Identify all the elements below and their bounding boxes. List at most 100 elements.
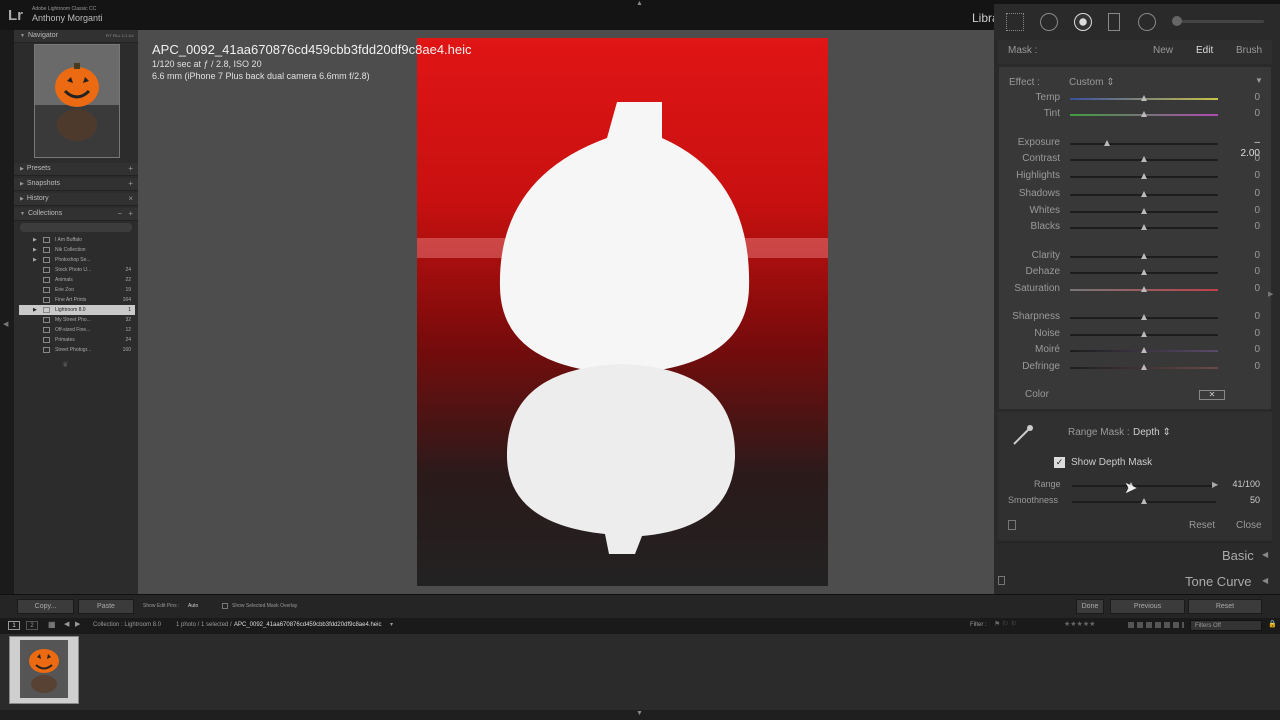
tone-curve-panel-header[interactable]: Tone Curve ◀ [998,570,1272,594]
slider-thumb[interactable] [1141,191,1147,197]
slider-thumb[interactable] [1141,331,1147,337]
collapse-left-arrow-icon[interactable]: ◀ [3,320,8,328]
range-mask-close-button[interactable]: Close [1236,520,1262,531]
collection-item[interactable]: ▶ I Am Buffalo [19,235,135,245]
slider-value[interactable]: 0 [1234,188,1260,199]
primary-window-button[interactable]: 1 [8,621,20,630]
panel-switch-icon[interactable] [998,576,1005,585]
zoom-1-1[interactable]: 1:1 [122,33,128,38]
collection-item[interactable]: Primates 24 [19,335,135,345]
eyedropper-icon[interactable] [1010,422,1036,448]
slider-thumb[interactable] [1141,314,1147,320]
star-rating-filter-icon[interactable]: ★★★★★ [1064,620,1095,628]
mask-panel-switch-icon[interactable] [1008,520,1016,530]
mask-overlay-checkbox[interactable] [222,603,228,609]
slider-value[interactable]: 0 [1234,311,1260,322]
range-slider-track[interactable] [1072,485,1216,487]
graduated-filter-tool-icon[interactable] [1108,13,1120,31]
collapse-filmstrip-arrow-icon[interactable]: ▼ [636,710,643,717]
collections-search-input[interactable] [20,223,132,232]
navigator-preview[interactable] [34,44,120,158]
presets-header[interactable]: ▶ Presets + [14,163,138,176]
collection-item[interactable]: ▶ Nik Collection [19,245,135,255]
expand-collection-set-icon[interactable]: ▶ [33,305,37,315]
remove-collection-icon[interactable]: − [117,209,122,218]
radial-filter-tool-icon[interactable] [1138,13,1156,31]
collection-item[interactable]: Fine Art Prints 164 [19,295,135,305]
slider-value[interactable]: 0 [1234,250,1260,261]
expand-collection-set-icon[interactable]: ▶ [33,255,37,265]
slider-thumb[interactable] [1141,95,1147,101]
slider-value[interactable]: 0 [1234,205,1260,216]
reset-button[interactable]: Reset [1188,599,1262,614]
navigator-header[interactable]: ▼ Navigator FIT FILL 1:1 4:1 [14,30,138,43]
collection-item[interactable]: Stock Photo U... 24 [19,265,135,275]
filter-lock-icon[interactable]: 🔒 [1268,620,1277,628]
expand-collection-set-icon[interactable]: ▶ [33,245,37,255]
red-eye-tool-icon[interactable] [1074,13,1092,31]
slider-value[interactable]: 0 [1234,361,1260,372]
nav-zoom-options[interactable]: FIT FILL 1:1 4:1 [106,33,134,38]
collapse-effect-triangle-icon[interactable]: ▼ [1255,76,1263,85]
collapse-right-arrow-icon[interactable]: ▶ [1268,290,1273,298]
color-label-filter[interactable] [1128,622,1184,628]
basic-panel-header[interactable]: Basic ◀ [998,542,1272,568]
slider-thumb[interactable] [1141,208,1147,214]
forward-arrow-icon[interactable]: ▶ [75,620,80,628]
copy-settings-button[interactable]: Copy... [17,599,74,614]
collection-item[interactable]: Street Photogr... 160 [19,345,135,355]
add-preset-icon[interactable]: + [128,164,133,173]
slider-value[interactable]: 0 [1234,283,1260,294]
secondary-window-button[interactable]: 2 [26,621,38,630]
collection-item[interactable]: My Street Pho... 32 [19,315,135,325]
history-header[interactable]: ▶ History × [14,193,138,206]
paste-settings-button[interactable]: Paste [78,599,134,614]
adjustment-brush-slider[interactable] [1172,20,1264,23]
back-arrow-icon[interactable]: ◀ [64,620,69,628]
slider-value[interactable]: 0 [1234,344,1260,355]
collection-item[interactable]: Erie Zoo 19 [19,285,135,295]
add-collection-icon[interactable]: + [128,209,133,218]
previous-button[interactable]: Previous [1110,599,1185,614]
collection-item[interactable]: Off-sized Fine... 12 [19,325,135,335]
effect-preset-dropdown[interactable]: Custom ⇕ [1069,77,1115,88]
collapse-top-arrow-icon[interactable]: ▲ [636,0,643,7]
slider-thumb[interactable] [1141,173,1147,179]
slider-thumb[interactable] [1104,140,1110,146]
add-snapshot-icon[interactable]: + [128,179,133,188]
slider-value[interactable]: 0 [1234,170,1260,181]
range-mask-dropdown[interactable]: Depth ⇕ [1133,427,1171,438]
mask-new-button[interactable]: New [1153,45,1173,56]
clear-history-icon[interactable]: × [128,194,133,203]
crop-overlay-tool-icon[interactable] [1006,13,1024,31]
zoom-fit[interactable]: FIT [106,33,112,38]
photo-depth-mask-view[interactable] [417,38,828,586]
mask-edit-button[interactable]: Edit [1196,45,1213,56]
slider-thumb[interactable] [1141,253,1147,259]
slider-thumb[interactable] [1141,269,1147,275]
slider-value[interactable]: 0 [1234,266,1260,277]
slider-thumb[interactable] [1141,156,1147,162]
show-depth-mask-checkbox[interactable]: ✓ [1054,457,1065,468]
filmstrip-collection-source[interactable]: Collection : Lightroom 8.0 [93,622,161,628]
slider-thumb[interactable] [1141,364,1147,370]
zoom-fill[interactable]: FILL [113,33,121,38]
color-swatch-none-icon[interactable]: ✕ [1199,390,1225,400]
collection-item[interactable]: ▶ Lightroom 8.0 1 [19,305,135,315]
flag-filter-icon[interactable]: ⚑ ⚐ ⚐ [994,620,1017,628]
slider-thumb[interactable] [1141,224,1147,230]
filename-dropdown-icon[interactable]: ▾ [390,621,393,628]
collection-item[interactable]: ▶ Photoshop Se... [19,255,135,265]
slider-value[interactable]: 0 [1234,92,1260,103]
filmstrip-thumbnail[interactable] [9,636,79,704]
spot-removal-tool-icon[interactable] [1040,13,1058,31]
collection-item[interactable]: Animals 22 [19,275,135,285]
slider-value[interactable]: 0 [1234,108,1260,119]
range-mask-reset-button[interactable]: Reset [1189,520,1215,531]
slider-value[interactable]: 0 [1234,221,1260,232]
mask-brush-button[interactable]: Brush [1236,45,1262,56]
snapshots-header[interactable]: ▶ Snapshots + [14,178,138,191]
adjustment-brush-tool-icon[interactable] [1172,16,1182,26]
range-max-handle-icon[interactable]: ▶ [1212,480,1218,489]
slider-track-exposure[interactable] [1070,143,1218,145]
